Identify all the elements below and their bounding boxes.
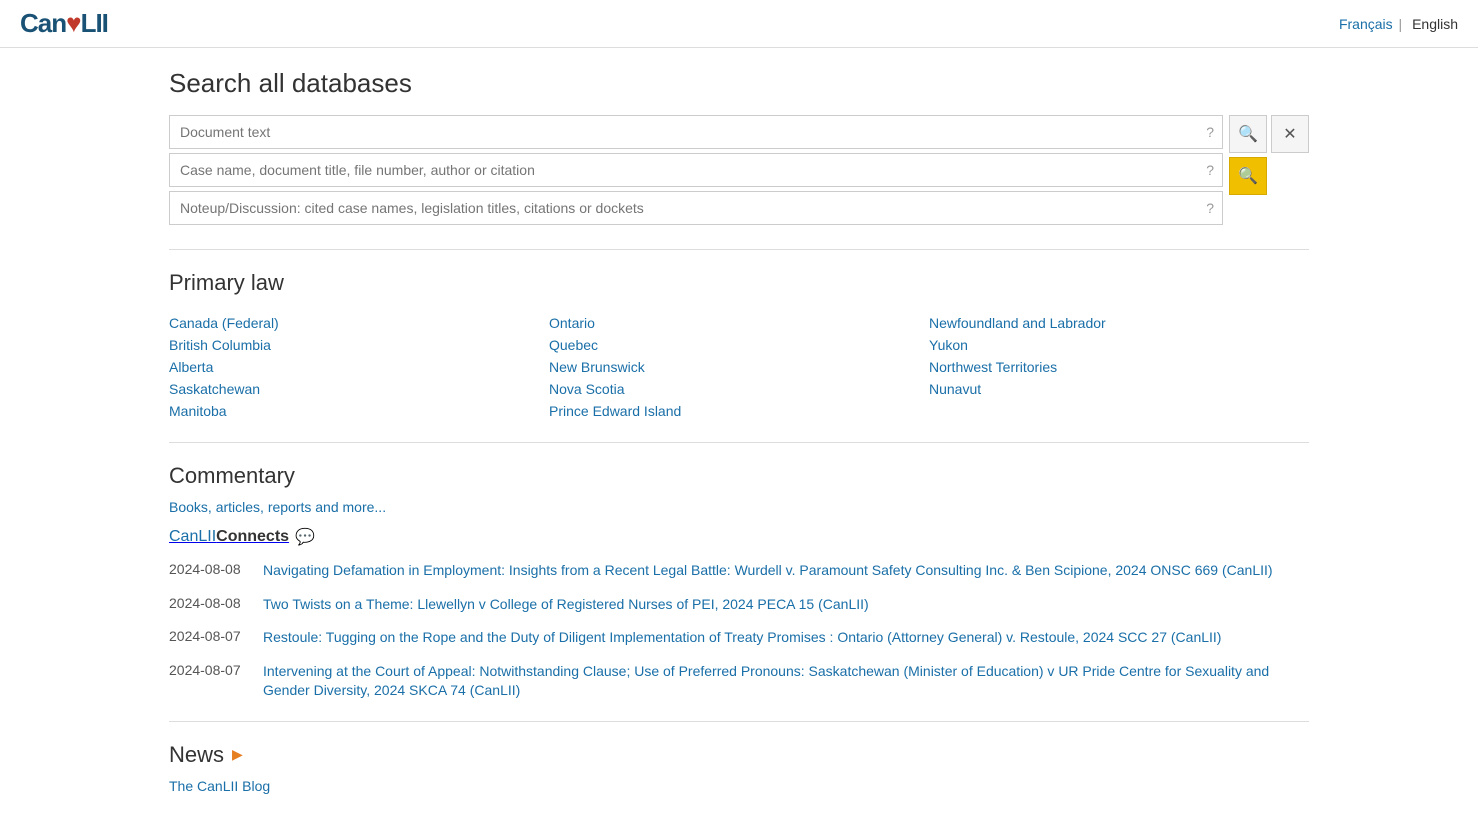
connects-date-4: 2024-08-07	[169, 662, 247, 701]
connects-item-2: 2024-08-08 Two Twists on a Theme: Llewel…	[169, 595, 1309, 615]
search-yellow-button[interactable]: 🔍	[1229, 157, 1267, 195]
link-new-brunswick[interactable]: New Brunswick	[549, 356, 929, 378]
divider-commentary-news	[169, 721, 1309, 722]
case-name-help[interactable]: ?	[1198, 162, 1222, 178]
document-text-field-row: ?	[169, 115, 1223, 149]
rss-icon: ▶	[232, 746, 243, 763]
canlii-connects-link[interactable]: CanLIIConnects	[169, 528, 289, 546]
language-switcher: Français | English	[1339, 16, 1458, 32]
connects-date-3: 2024-08-07	[169, 628, 247, 648]
connects-chat-icon: 💬	[295, 527, 315, 547]
news-title-text: News	[169, 742, 224, 768]
link-nova-scotia[interactable]: Nova Scotia	[549, 378, 929, 400]
logo-text: Can♥LII	[20, 8, 108, 39]
search-area: ? ? ? 🔍 ✕ 🔍	[169, 115, 1309, 229]
commentary-title: Commentary	[169, 463, 1309, 489]
connects-link-2[interactable]: Two Twists on a Theme: Llewellyn v Colle…	[263, 595, 869, 615]
books-link[interactable]: Books, articles, reports and more...	[169, 499, 1309, 515]
noteup-input[interactable]	[170, 192, 1198, 224]
connects-item-4: 2024-08-07 Intervening at the Court of A…	[169, 662, 1309, 701]
case-name-field-row: ?	[169, 153, 1223, 187]
primary-law-grid: Canada (Federal) British Columbia Albert…	[169, 312, 1309, 422]
canlii-connects-bold-text: Connects	[216, 528, 289, 545]
link-manitoba[interactable]: Manitoba	[169, 400, 549, 422]
lang-en-label: English	[1412, 16, 1458, 32]
primary-law-title: Primary law	[169, 270, 1309, 296]
logo[interactable]: Can♥LII	[20, 8, 108, 39]
divider-search-primary	[169, 249, 1309, 250]
link-saskatchewan[interactable]: Saskatchewan	[169, 378, 549, 400]
lang-fr-link[interactable]: Français	[1339, 16, 1393, 32]
link-prince-edward-island[interactable]: Prince Edward Island	[549, 400, 929, 422]
connects-item-1: 2024-08-08 Navigating Defamation in Empl…	[169, 561, 1309, 581]
document-text-input[interactable]	[170, 116, 1198, 148]
canlii-connects-text: CanLII	[169, 528, 216, 545]
noteup-help[interactable]: ?	[1198, 200, 1222, 216]
primary-law-col1: Canada (Federal) British Columbia Albert…	[169, 312, 549, 422]
link-british-columbia[interactable]: British Columbia	[169, 334, 549, 356]
link-nunavut[interactable]: Nunavut	[929, 378, 1309, 400]
header: Can♥LII Français | English	[0, 0, 1478, 48]
link-alberta[interactable]: Alberta	[169, 356, 549, 378]
clear-button[interactable]: ✕	[1271, 115, 1309, 153]
search-buttons: 🔍 ✕ 🔍	[1229, 115, 1309, 229]
link-canada-federal[interactable]: Canada (Federal)	[169, 312, 549, 334]
link-ontario[interactable]: Ontario	[549, 312, 929, 334]
connects-date-1: 2024-08-08	[169, 561, 247, 581]
search-fields: ? ? ?	[169, 115, 1223, 229]
case-name-input[interactable]	[170, 154, 1198, 186]
document-text-help[interactable]: ?	[1198, 124, 1222, 140]
link-northwest-territories[interactable]: Northwest Territories	[929, 356, 1309, 378]
main-content: Search all databases ? ? ? 🔍 ✕	[149, 48, 1329, 814]
lang-separator: |	[1399, 16, 1403, 32]
connects-items: 2024-08-08 Navigating Defamation in Empl…	[169, 561, 1309, 701]
search-icon-button[interactable]: 🔍	[1229, 115, 1267, 153]
news-title: News ▶	[169, 742, 1309, 768]
noteup-field-row: ?	[169, 191, 1223, 225]
link-yukon[interactable]: Yukon	[929, 334, 1309, 356]
canlii-connects-header: CanLIIConnects 💬	[169, 527, 1309, 547]
connects-link-3[interactable]: Restoule: Tugging on the Rope and the Du…	[263, 628, 1221, 648]
primary-law-col2: Ontario Quebec New Brunswick Nova Scotia…	[549, 312, 929, 422]
link-newfoundland-labrador[interactable]: Newfoundland and Labrador	[929, 312, 1309, 334]
search-btn-row1: 🔍 ✕	[1229, 115, 1309, 153]
canlii-blog-link[interactable]: The CanLII Blog	[169, 778, 270, 794]
connects-link-1[interactable]: Navigating Defamation in Employment: Ins…	[263, 561, 1273, 581]
link-quebec[interactable]: Quebec	[549, 334, 929, 356]
connects-date-2: 2024-08-08	[169, 595, 247, 615]
divider-primary-commentary	[169, 442, 1309, 443]
search-title: Search all databases	[169, 68, 1309, 99]
connects-item-3: 2024-08-07 Restoule: Tugging on the Rope…	[169, 628, 1309, 648]
primary-law-col3: Newfoundland and Labrador Yukon Northwes…	[929, 312, 1309, 422]
connects-link-4[interactable]: Intervening at the Court of Appeal: Notw…	[263, 662, 1309, 701]
